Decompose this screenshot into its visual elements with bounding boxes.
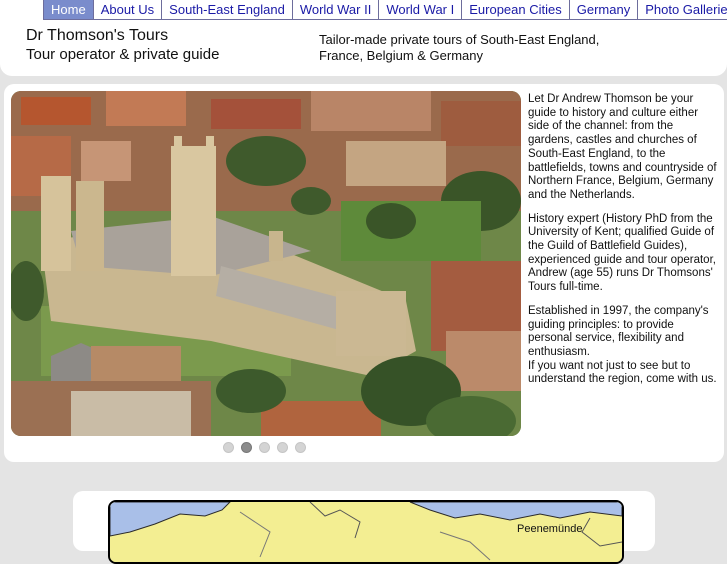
slide-dot-1[interactable] — [223, 442, 234, 453]
map-label-peenemunde: Peenemünde — [517, 523, 583, 535]
nav-european-cities[interactable]: European Cities — [462, 0, 570, 19]
nav-about-us[interactable]: About Us — [94, 0, 163, 19]
intro-paragraph-4: If you want not just to see but to under… — [528, 359, 717, 386]
main-content-panel: Let Dr Andrew Thomson be your guide to h… — [4, 84, 724, 462]
nav-world-war-i[interactable]: World War I — [379, 0, 463, 19]
tour-region-map[interactable]: Peenemünde — [108, 500, 624, 564]
tagline-line-1: Tailor-made private tours of South-East … — [319, 32, 600, 47]
intro-paragraph-1: Let Dr Andrew Thomson be your guide to h… — [528, 93, 717, 201]
nav-home[interactable]: Home — [44, 0, 94, 19]
nav-germany[interactable]: Germany — [570, 0, 639, 19]
intro-text: Let Dr Andrew Thomson be your guide to h… — [528, 93, 720, 397]
slide-dot-5[interactable] — [295, 442, 306, 453]
nav-world-war-ii[interactable]: World War II — [293, 0, 380, 19]
site-title[interactable]: Dr Thomson's Tours — [26, 27, 168, 45]
cathedral-aerial-photo — [11, 91, 521, 436]
slide-dot-4[interactable] — [277, 442, 288, 453]
tagline-line-2: France, Belgium & Germany — [319, 48, 484, 63]
main-navigation: Home About Us South-East England World W… — [43, 0, 727, 20]
map-panel: Peenemünde — [73, 491, 655, 564]
slide-dot-3[interactable] — [259, 442, 270, 453]
slide-dot-2[interactable] — [241, 442, 252, 453]
tagline: Tailor-made private tours of South-East … — [319, 32, 619, 64]
header-panel: Home About Us South-East England World W… — [0, 0, 727, 76]
hero-slideshow-image[interactable] — [11, 91, 521, 436]
nav-photo-galleries[interactable]: Photo Galleries — [638, 0, 727, 19]
intro-paragraph-3: Established in 1997, the company's guidi… — [528, 304, 709, 358]
nav-south-east-england[interactable]: South-East England — [162, 0, 293, 19]
intro-paragraph-2: History expert (History PhD from the Uni… — [528, 212, 716, 294]
slideshow-pager — [223, 442, 313, 453]
site-subtitle: Tour operator & private guide — [26, 46, 220, 63]
